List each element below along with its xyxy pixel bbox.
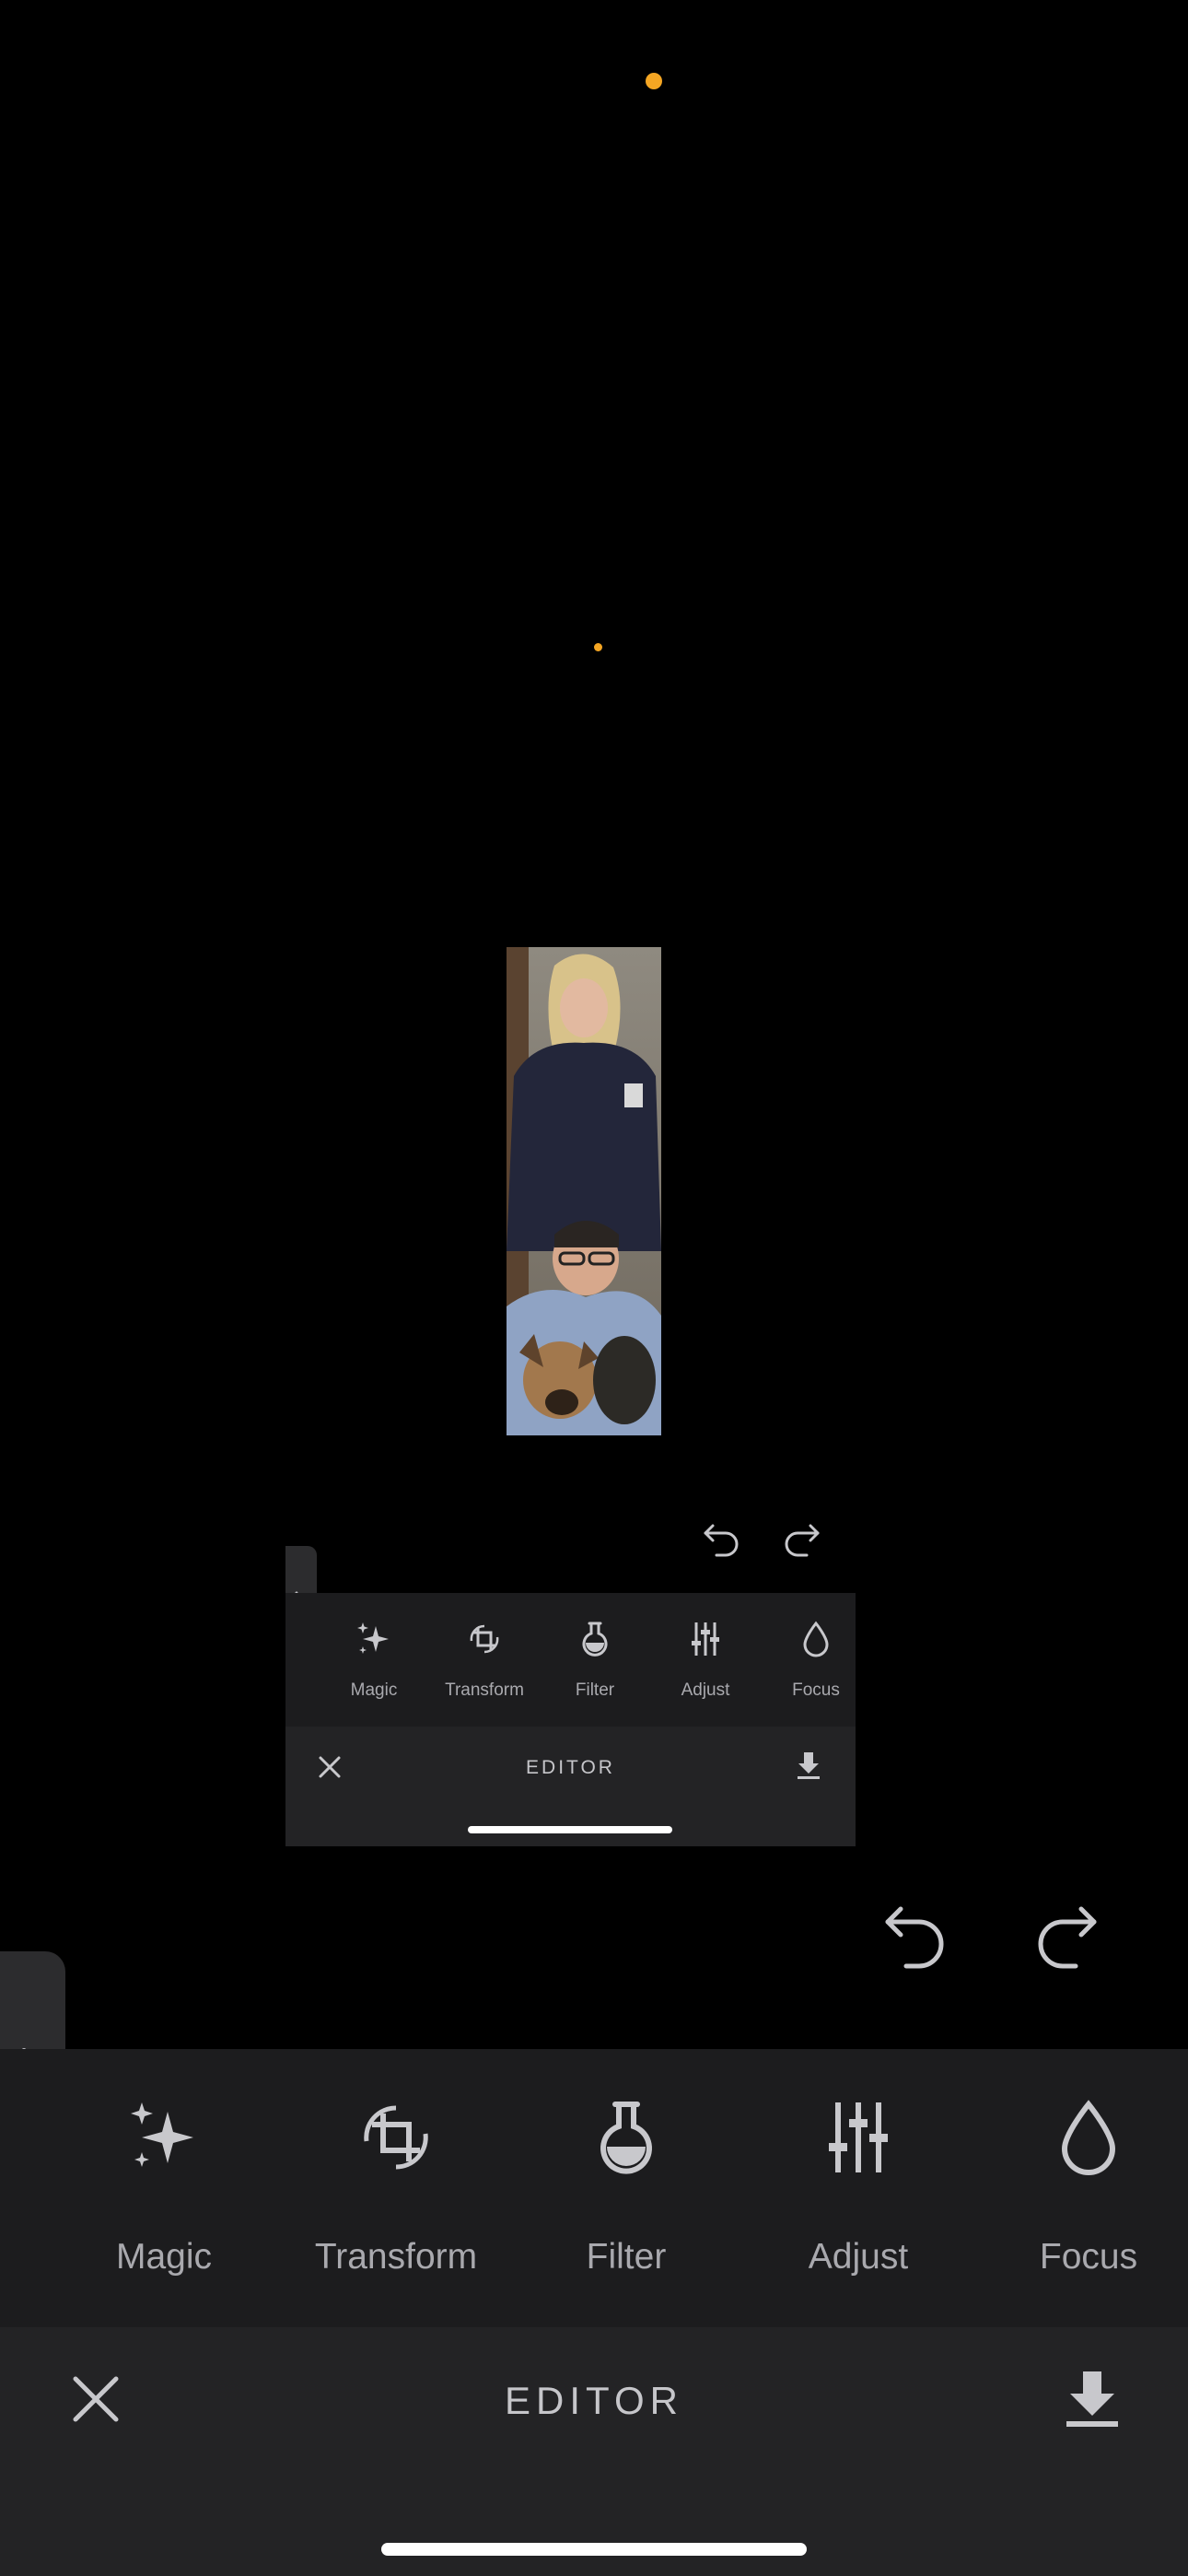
mini-tool-focus[interactable]: Focus [761,1593,871,1727]
mini-redo-icon[interactable] [777,1520,821,1557]
mini-download-icon[interactable] [790,1747,827,1784]
recording-indicator-dot [646,73,662,89]
tool-magic[interactable]: Magic [53,2049,274,2327]
tool-bar: Magic Transform Filter Adjust Focus [0,2049,1188,2327]
crop-rotate-icon [470,1624,499,1654]
crop-rotate-icon [364,2105,428,2170]
droplet-icon [1061,2100,1116,2175]
mini-tool-label: Focus [792,1680,840,1700]
mini-tool-label: Filter [575,1680,615,1700]
editor-bar: EDITOR [0,2327,1188,2576]
indicator-dot-small [594,643,602,651]
sliders-icon [829,2102,888,2172]
flask-icon [582,1622,608,1657]
mini-editor-bar: EDITOR [285,1727,856,1846]
droplet-icon [803,1621,829,1657]
mini-tool-label: Transform [445,1680,524,1700]
flask-icon [600,2102,652,2174]
tool-transform[interactable]: Transform [285,2049,507,2327]
home-indicator [381,2543,807,2556]
editor-title: EDITOR [505,2379,683,2422]
tool-label: Transform [314,2237,478,2277]
tool-filter[interactable]: Filter [516,2049,737,2327]
mini-tool-filter[interactable]: Filter [540,1593,650,1727]
undo-icon[interactable] [882,1903,947,1973]
mini-tool-bar: Magic Transform Filter Adjust Focus [285,1593,856,1727]
sliders-icon [692,1622,719,1656]
mini-tool-transform[interactable]: Transform [429,1593,540,1727]
redo-icon[interactable] [1035,1903,1100,1973]
mini-tool-magic[interactable]: Magic [319,1593,429,1727]
download-icon[interactable] [1061,2368,1124,2430]
mini-tool-label: Adjust [681,1680,730,1700]
tool-label: Adjust [808,2237,909,2277]
sparkles-icon [131,2102,193,2167]
mini-home-indicator [468,1826,672,1833]
photo-preview[interactable] [507,947,661,1435]
mini-tool-label: Magic [350,1680,398,1700]
tool-label: Filter [586,2237,667,2277]
tool-label: Focus [1039,2237,1138,2277]
tool-adjust[interactable]: Adjust [748,2049,969,2327]
tool-label: Magic [115,2237,213,2277]
tool-focus[interactable]: Focus [978,2049,1188,2327]
mini-undo-icon[interactable] [702,1520,746,1557]
mini-tool-adjust[interactable]: Adjust [650,1593,761,1727]
mini-editor-title: EDITOR [526,1757,615,1778]
sparkles-icon [357,1622,389,1654]
